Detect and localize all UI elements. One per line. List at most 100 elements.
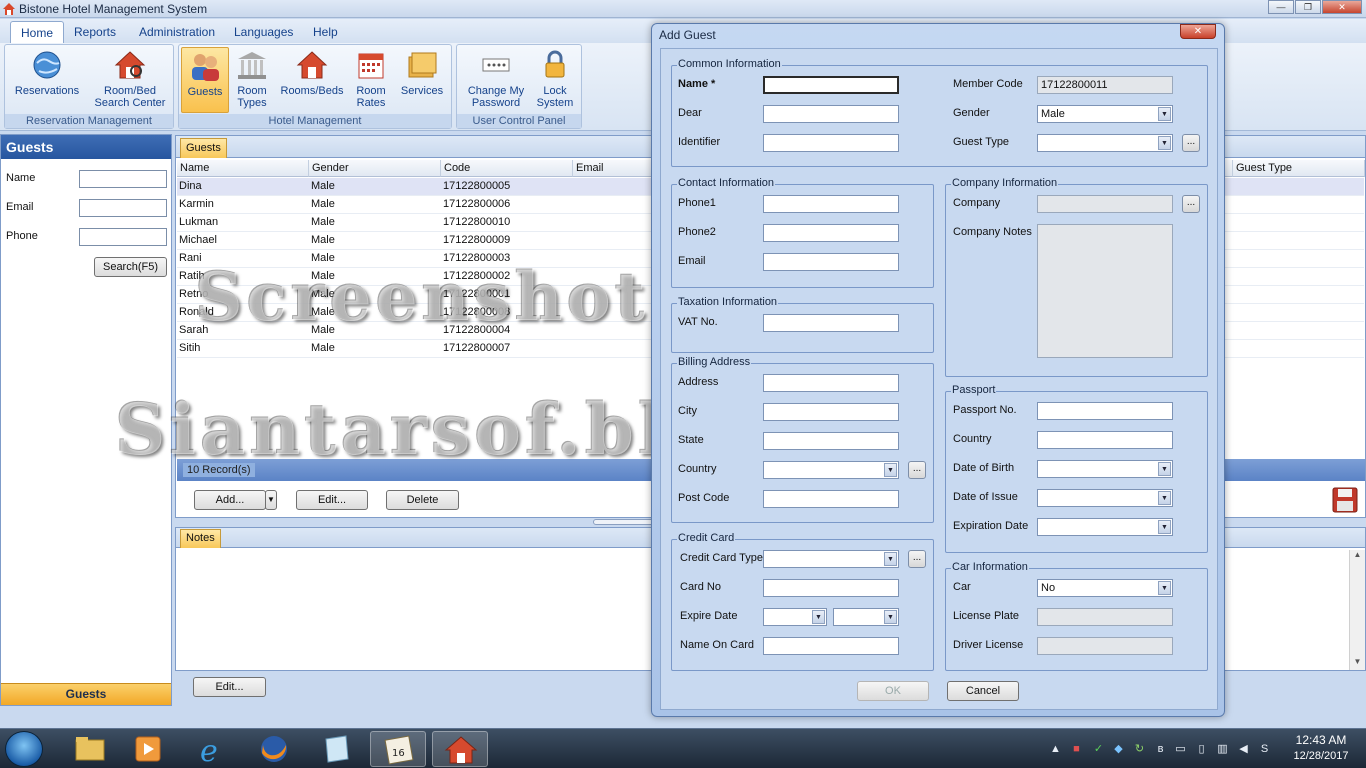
hotel-app-taskbar-button[interactable] — [432, 731, 488, 767]
room-types-button[interactable]: Room Types — [231, 47, 273, 113]
company-browse-button[interactable]: ... — [1182, 195, 1200, 213]
tab-notes[interactable]: Notes — [180, 529, 221, 548]
show-hidden-icons-icon[interactable]: ▲ — [1049, 743, 1062, 756]
column-header-name[interactable]: Name — [177, 160, 309, 177]
menu-administration[interactable]: Administration — [129, 23, 225, 43]
passport-country-input[interactable] — [1037, 431, 1173, 449]
chevron-down-icon[interactable]: ▼ — [884, 463, 897, 477]
cancel-button[interactable]: Cancel — [947, 681, 1019, 701]
add-dropdown-button[interactable]: ▼ — [265, 490, 277, 510]
scroll-down-icon[interactable]: ▼ — [1350, 657, 1365, 666]
guest-type-select[interactable]: ▼ — [1037, 134, 1173, 152]
rooms-beds-button[interactable]: Rooms/Beds — [277, 47, 347, 113]
ie-taskbar-button[interactable]: e — [184, 731, 240, 768]
name-filter-input[interactable] — [79, 170, 167, 188]
ok-button[interactable]: OK — [857, 681, 929, 701]
card-type-select[interactable]: ▼ — [763, 550, 899, 568]
phone1-input[interactable] — [763, 195, 899, 213]
chevron-down-icon[interactable]: ▼ — [1158, 136, 1171, 150]
chevron-down-icon[interactable]: ▼ — [812, 610, 825, 624]
name-input[interactable] — [763, 76, 899, 94]
column-header-code[interactable]: Code — [441, 160, 573, 177]
firefox-taskbar-button[interactable] — [246, 731, 302, 767]
chevron-down-icon[interactable]: ▼ — [1158, 107, 1171, 121]
phone2-input[interactable] — [763, 224, 899, 242]
minimize-button[interactable]: — — [1268, 0, 1294, 14]
search-button[interactable]: Search(F5) — [94, 257, 167, 277]
guests-button[interactable]: Guests — [181, 47, 229, 113]
chevron-down-icon[interactable]: ▼ — [884, 552, 897, 566]
chevron-down-icon[interactable]: ▼ — [1158, 520, 1171, 534]
billing-country-select[interactable]: ▼ — [763, 461, 899, 479]
clock-date[interactable]: 12/28/2017 — [1286, 750, 1356, 762]
add-guest-button[interactable]: Add... — [194, 490, 266, 510]
passport-no-input[interactable] — [1037, 402, 1173, 420]
chevron-down-icon[interactable]: ▼ — [1158, 581, 1171, 595]
name-on-card-input[interactable] — [763, 637, 899, 655]
close-button[interactable]: ✕ — [1322, 0, 1362, 14]
column-header-guest-type[interactable]: Guest Type — [1233, 160, 1365, 177]
room-rates-button[interactable]: Room Rates — [349, 47, 393, 113]
maximize-button[interactable]: ❐ — [1295, 0, 1321, 14]
display-icon[interactable]: ▭ — [1174, 743, 1187, 756]
notes-scrollbar[interactable]: ▲ ▼ — [1349, 550, 1365, 670]
clock-time[interactable]: 12:43 AM — [1290, 733, 1352, 747]
volume-icon[interactable]: ◀ — [1237, 743, 1250, 756]
skype-icon[interactable]: S — [1258, 743, 1271, 756]
tab-guests[interactable]: Guests — [180, 138, 227, 158]
guest-type-browse-button[interactable]: ... — [1182, 134, 1200, 152]
email-input[interactable] — [763, 253, 899, 271]
menu-languages[interactable]: Languages — [224, 23, 303, 43]
post-code-input[interactable] — [763, 490, 899, 508]
delete-guest-button[interactable]: Delete — [386, 490, 459, 510]
services-button[interactable]: Services — [397, 47, 447, 113]
media-player-taskbar-button[interactable] — [120, 731, 176, 767]
tray-network-app-icon[interactable]: ◆ — [1112, 743, 1125, 756]
address-input[interactable] — [763, 374, 899, 392]
column-header-gender[interactable]: Gender — [309, 160, 441, 177]
chevron-down-icon[interactable]: ▼ — [1158, 491, 1171, 505]
menu-help[interactable]: Help — [303, 23, 348, 43]
expiration-date-select[interactable]: ▼ — [1037, 518, 1173, 536]
calendar-taskbar-button[interactable]: 16 — [370, 731, 426, 767]
tray-sync-icon[interactable]: ↻ — [1133, 743, 1146, 756]
menu-home[interactable]: Home — [10, 21, 65, 43]
battery-icon[interactable]: ▯ — [1195, 743, 1208, 756]
dear-input[interactable] — [763, 105, 899, 123]
guests-nav-item[interactable]: Guests — [1, 683, 171, 705]
tray-app-icon[interactable]: ■ — [1070, 743, 1083, 756]
network-icon[interactable]: ▥ — [1216, 743, 1229, 756]
explorer-taskbar-button[interactable] — [62, 731, 118, 767]
change-password-button[interactable]: Change My Password — [461, 47, 531, 113]
edit-notes-button[interactable]: Edit... — [193, 677, 266, 697]
tray-check-icon[interactable]: ✓ — [1092, 743, 1105, 756]
horizontal-scrollbar[interactable] — [593, 519, 655, 525]
menu-reports[interactable]: Reports — [64, 23, 126, 43]
reservations-button[interactable]: Reservations — [11, 47, 83, 113]
notepad-taskbar-button[interactable] — [308, 731, 364, 767]
vat-input[interactable] — [763, 314, 899, 332]
expire-year-select[interactable]: ▼ — [833, 608, 899, 626]
scroll-up-icon[interactable]: ▲ — [1350, 550, 1365, 559]
card-no-input[interactable] — [763, 579, 899, 597]
save-icon[interactable] — [1331, 486, 1359, 514]
issue-date-select[interactable]: ▼ — [1037, 489, 1173, 507]
edit-guest-button[interactable]: Edit... — [296, 490, 368, 510]
card-type-browse-button[interactable]: ... — [908, 550, 926, 568]
identifier-input[interactable] — [763, 134, 899, 152]
chevron-down-icon[interactable]: ▼ — [884, 610, 897, 624]
expire-month-select[interactable]: ▼ — [763, 608, 827, 626]
dialog-close-button[interactable]: ✕ — [1180, 24, 1216, 39]
phone-filter-input[interactable] — [79, 228, 167, 246]
dob-select[interactable]: ▼ — [1037, 460, 1173, 478]
state-input[interactable] — [763, 432, 899, 450]
email-filter-input[interactable] — [79, 199, 167, 217]
gender-select[interactable]: Male ▼ — [1037, 105, 1173, 123]
country-browse-button[interactable]: ... — [908, 461, 926, 479]
city-input[interactable] — [763, 403, 899, 421]
chevron-down-icon[interactable]: ▼ — [1158, 462, 1171, 476]
lock-system-button[interactable]: Lock System — [533, 47, 577, 113]
bluetooth-icon[interactable]: ʙ — [1154, 743, 1167, 756]
start-button[interactable] — [5, 731, 43, 767]
car-select[interactable]: No ▼ — [1037, 579, 1173, 597]
